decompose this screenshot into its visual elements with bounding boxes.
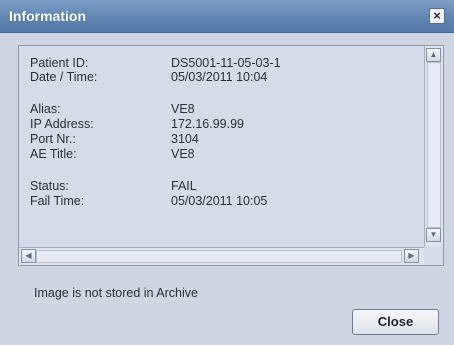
detail-label: Status:	[30, 179, 69, 193]
scroll-down-button[interactable]: ▼	[426, 228, 441, 242]
detail-label: AE Title:	[30, 147, 77, 161]
information-dialog: Information × Patient ID: DS5001-11-05-0…	[0, 0, 454, 345]
vertical-scrollbar[interactable]: ▲ ▼	[424, 46, 443, 247]
status-message: Image is not stored in Archive	[34, 286, 198, 300]
detail-label: Alias:	[30, 102, 61, 116]
detail-label: Patient ID:	[30, 56, 89, 70]
detail-value: 05/03/2011 10:05	[171, 194, 268, 208]
detail-value: 3104	[171, 132, 199, 146]
detail-value: VE8	[171, 147, 195, 161]
scroll-up-button[interactable]: ▲	[426, 48, 441, 62]
chevron-left-icon: ◀	[25, 251, 32, 260]
details-panel: Patient ID: DS5001-11-05-03-1 Date / Tim…	[18, 45, 444, 266]
detail-label: Date / Time:	[30, 70, 98, 84]
detail-value: 05/03/2011 10:04	[171, 70, 268, 84]
scroll-left-button[interactable]: ◀	[21, 249, 36, 263]
horizontal-scroll-thumb[interactable]	[36, 250, 402, 263]
status-value: FAIL	[171, 179, 197, 193]
detail-value: 172.16.99.99	[171, 117, 244, 131]
detail-value: DS5001-11-05-03-1	[171, 56, 281, 70]
close-icon[interactable]: ×	[429, 8, 445, 24]
chevron-down-icon: ▼	[429, 230, 438, 239]
title-bar[interactable]: Information ×	[0, 0, 454, 33]
details-list: Patient ID: DS5001-11-05-03-1 Date / Tim…	[19, 46, 424, 240]
close-button[interactable]: Close	[352, 309, 439, 335]
vertical-scroll-thumb[interactable]	[427, 62, 441, 228]
detail-label: Fail Time:	[30, 194, 85, 208]
detail-label: Port Nr.:	[30, 132, 76, 146]
chevron-up-icon: ▲	[429, 50, 438, 59]
chevron-right-icon: ▶	[408, 251, 415, 260]
scroll-right-button[interactable]: ▶	[404, 249, 419, 263]
detail-label: IP Address:	[30, 117, 94, 131]
detail-value: VE8	[171, 102, 195, 116]
horizontal-scrollbar[interactable]: ◀ ▶	[19, 247, 424, 265]
dialog-title: Information	[9, 8, 86, 24]
